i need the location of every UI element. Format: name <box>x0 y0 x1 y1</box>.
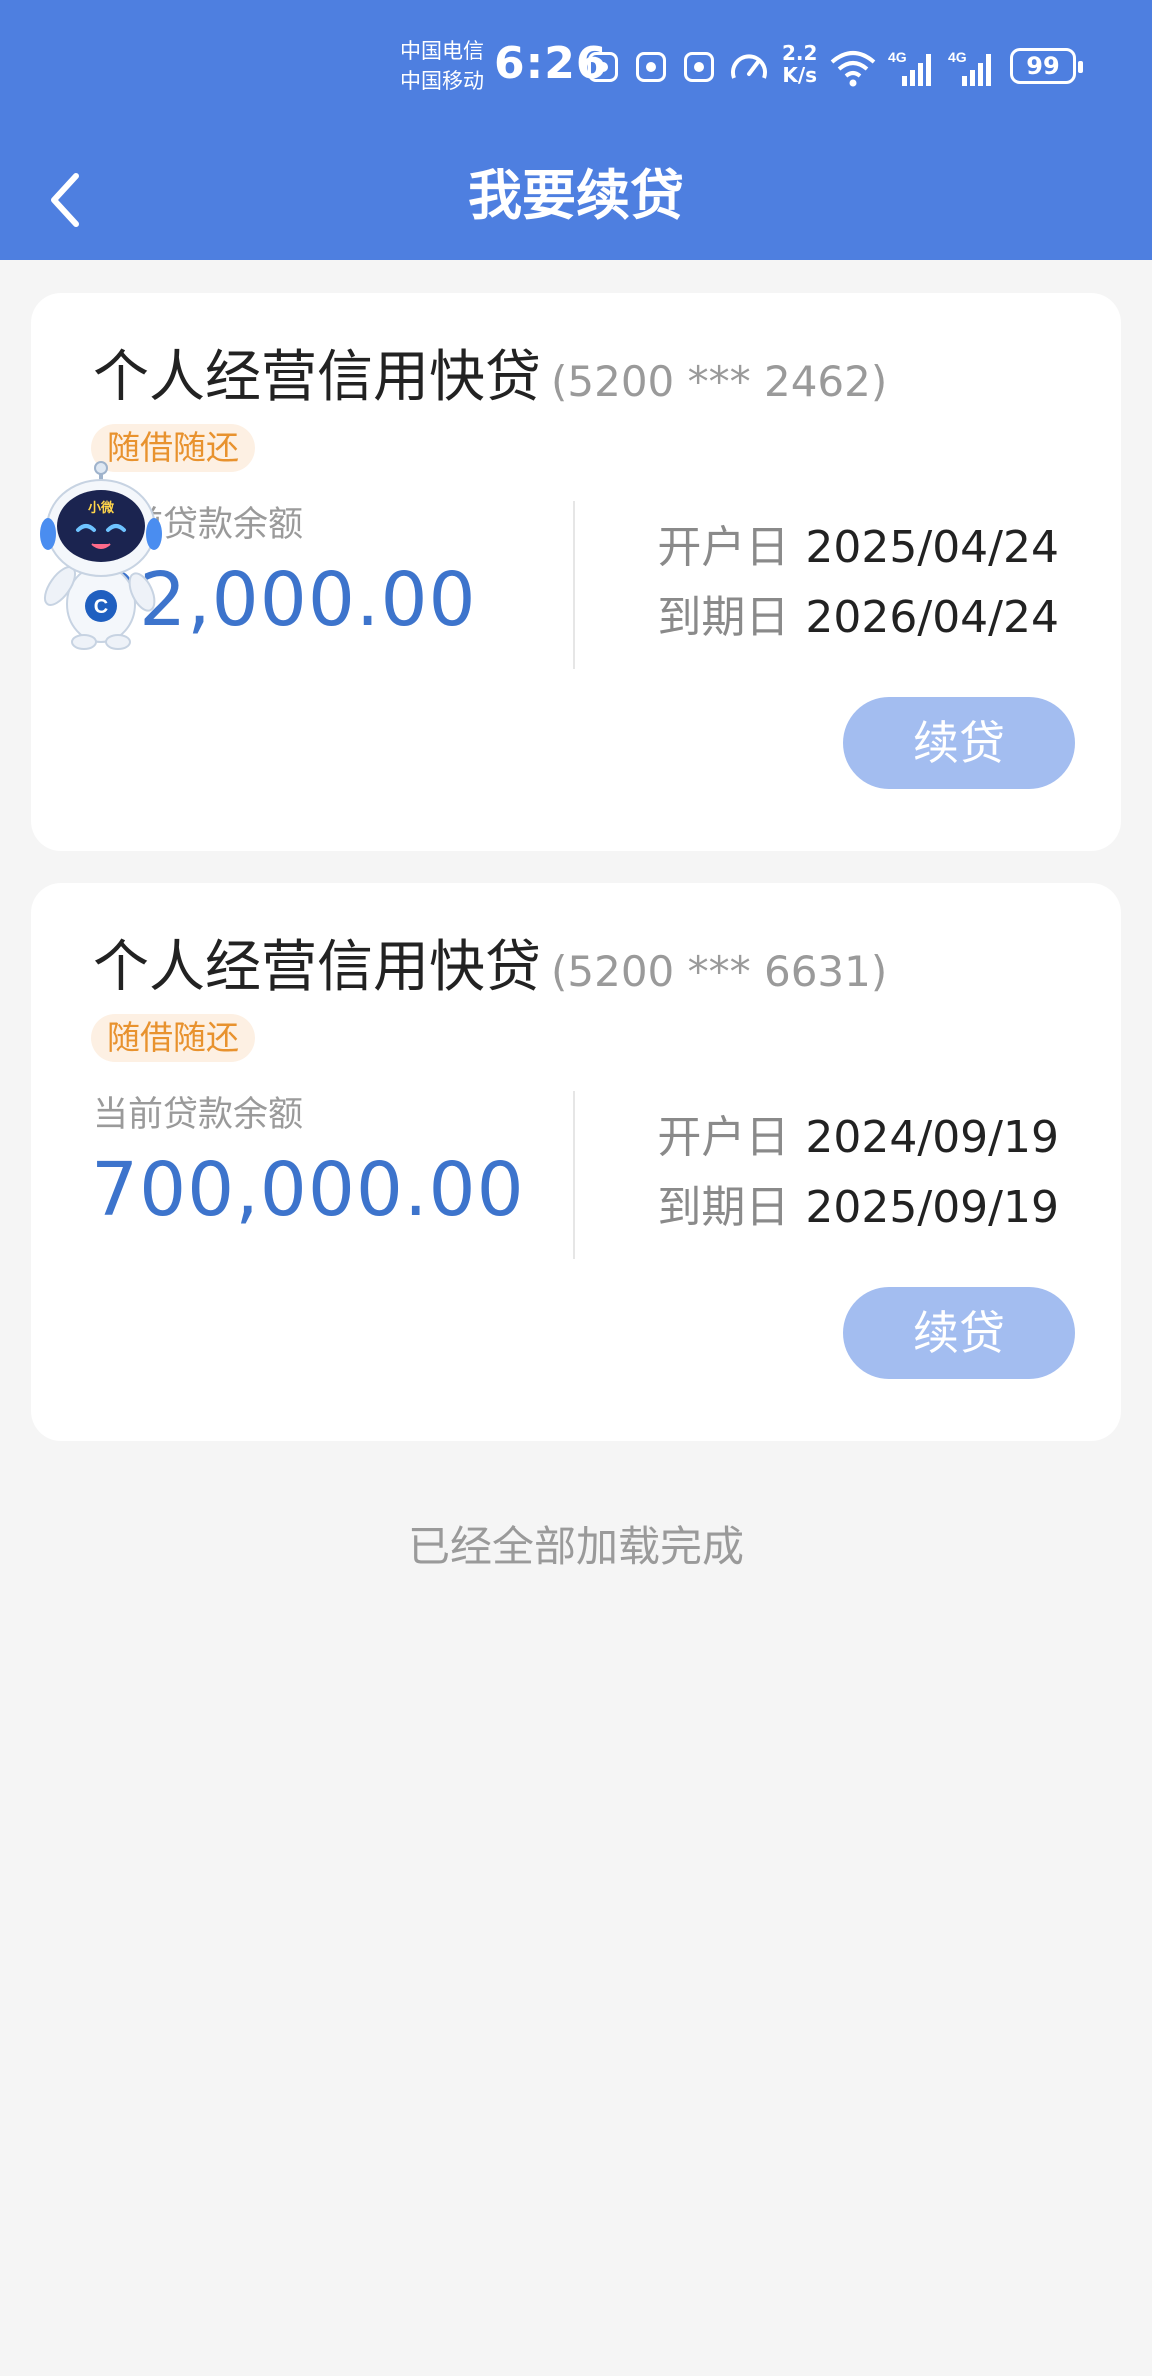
due-date-value: 2025/09/19 <box>805 1182 1059 1233</box>
svg-text:4G: 4G <box>888 49 907 65</box>
load-complete-text: 已经全部加载完成 <box>407 1522 744 1571</box>
open-date-row: 开户日 2024/09/19 <box>657 1103 1059 1173</box>
robot-mascot-icon[interactable]: C 小微 <box>36 460 166 650</box>
due-date-label: 到期日 <box>657 1182 790 1233</box>
status-bar: 中国电信 中国移动 6:26 2.2 K/s 4G 4G 99 <box>0 0 1152 130</box>
divider <box>573 1091 575 1259</box>
net-speed: 2.2 K/s <box>782 42 817 86</box>
loan-product-name: 个人经营信用快贷 <box>93 345 541 410</box>
carrier-names: 中国电信 中国移动 <box>400 36 484 96</box>
net-speed-unit: K/s <box>782 63 818 87</box>
mascot-badge-text: 小微 <box>88 500 115 516</box>
carrier-1: 中国电信 <box>400 39 484 63</box>
speedometer-icon <box>731 54 767 79</box>
app-root: 中国电信 中国移动 6:26 2.2 K/s 4G 4G 99 我要续贷 个人经… <box>0 0 1152 2376</box>
repayment-tag: 随借随还 <box>91 1014 255 1062</box>
loan-title: 个人经营信用快贷 (5200 *** 6631) <box>93 933 887 1007</box>
open-date-label: 开户日 <box>657 522 790 573</box>
due-date-value: 2026/04/24 <box>805 592 1059 643</box>
open-date-row: 开户日 2025/04/24 <box>657 513 1059 583</box>
renew-button[interactable]: 续贷 <box>843 1287 1075 1379</box>
loan-title: 个人经营信用快贷 (5200 *** 2462) <box>93 343 887 417</box>
signal-4g-icon: 4G <box>888 49 931 86</box>
due-date-label: 到期日 <box>657 592 790 643</box>
battery-indicator: 99 <box>1010 48 1083 84</box>
loan-product-name: 个人经营信用快贷 <box>93 935 541 1000</box>
loan-dates: 开户日 2025/04/24 到期日 2026/04/24 <box>657 513 1059 653</box>
wifi-icon <box>830 51 876 87</box>
loan-account-number: (5200 *** 6631) <box>551 947 888 996</box>
loan-card: 个人经营信用快贷 (5200 *** 2462) 随借随还 当前贷款余额 32,0… <box>31 293 1121 851</box>
carrier-2: 中国移动 <box>400 69 484 93</box>
due-date-row: 到期日 2026/04/24 <box>657 583 1059 653</box>
net-speed-value: 2.2 <box>782 41 818 65</box>
loan-dates: 开户日 2024/09/19 到期日 2025/09/19 <box>657 1103 1059 1243</box>
loan-account-number: (5200 *** 2462) <box>551 357 888 406</box>
app-notification-icon <box>588 52 618 82</box>
balance-amount: 700,000.00 <box>91 1147 525 1233</box>
renew-button[interactable]: 续贷 <box>843 697 1075 789</box>
signal-4g-icon: 4G <box>948 49 991 86</box>
divider <box>573 501 575 669</box>
app-notification-icon <box>636 52 666 82</box>
loan-card: 个人经营信用快贷 (5200 *** 6631) 随借随还 当前贷款余额 700,… <box>31 883 1121 1441</box>
svg-text:C: C <box>94 596 108 618</box>
svg-text:4G: 4G <box>948 49 967 65</box>
app-notification-icon <box>684 52 714 82</box>
open-date-value: 2024/09/19 <box>805 1112 1059 1163</box>
balance-label: 当前贷款余额 <box>93 1095 304 1135</box>
open-date-value: 2025/04/24 <box>805 522 1059 573</box>
open-date-label: 开户日 <box>657 1112 790 1163</box>
page-title: 我要续贷 <box>468 164 684 227</box>
header: 中国电信 中国移动 6:26 2.2 K/s 4G 4G 99 我要续贷 <box>0 0 1152 260</box>
due-date-row: 到期日 2025/09/19 <box>657 1173 1059 1243</box>
